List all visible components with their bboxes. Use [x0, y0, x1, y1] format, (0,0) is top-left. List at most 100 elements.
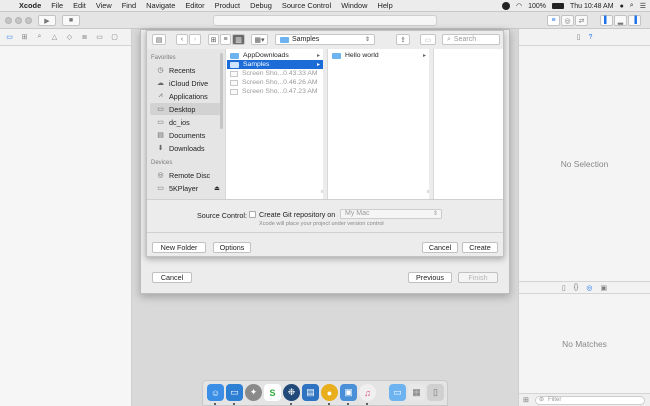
menu-app-name[interactable]: Xcode: [14, 0, 46, 12]
battery-icon[interactable]: [551, 3, 564, 9]
run-button[interactable]: ▶: [38, 15, 56, 26]
create-button[interactable]: Create: [462, 242, 498, 253]
user-icon[interactable]: ●: [620, 3, 624, 10]
toggle-debug-area-button[interactable]: ▂: [614, 15, 627, 26]
report-icon[interactable]: ▢: [108, 33, 121, 41]
sidebar-item-remote-disc[interactable]: ◎ Remote Disc: [150, 169, 223, 181]
list-item[interactable]: Screen Sho...0.46.26 AM: [227, 78, 323, 87]
back-button[interactable]: ‹: [176, 34, 188, 45]
sidebar-item-dc-ios[interactable]: ▭ dc_ios: [150, 116, 223, 128]
folder-icon[interactable]: ▭: [226, 384, 243, 401]
sheet-cancel-button[interactable]: Cancel: [152, 272, 192, 283]
sidebar-scrollbar[interactable]: [220, 53, 223, 129]
file-inspector-icon[interactable]: ▯: [577, 33, 581, 41]
quick-help-icon[interactable]: ?: [588, 34, 592, 41]
symbol-icon[interactable]: ⊞: [18, 33, 31, 41]
sidebar-item-desktop[interactable]: ▭ Desktop: [150, 103, 223, 115]
stop-button[interactable]: ■: [62, 15, 80, 26]
library-filter-input[interactable]: ⊜ Filter: [535, 396, 645, 405]
sidebar-toggle-button[interactable]: ▤: [152, 34, 166, 45]
finish-button[interactable]: Finish: [458, 272, 498, 283]
zoom-window-button[interactable]: [25, 17, 32, 24]
folder-icon[interactable]: ▭: [389, 384, 406, 401]
battery-percentage[interactable]: 100%: [528, 3, 546, 10]
media-library-icon[interactable]: ▣: [601, 284, 608, 292]
sourcetree-icon[interactable]: ❉: [283, 384, 300, 401]
toggle-navigator-button[interactable]: ▌: [600, 15, 613, 26]
toggle-utilities-button[interactable]: ▐: [628, 15, 641, 26]
create-git-repo-checkbox[interactable]: [249, 211, 256, 218]
sync-icon[interactable]: [501, 2, 510, 10]
breakpoint-icon[interactable]: ▭: [93, 33, 106, 41]
sidebar-item-5kplayer[interactable]: ▭ 5KPlayer ⏏: [150, 182, 223, 194]
options-button[interactable]: Options: [213, 242, 251, 253]
debug-icon[interactable]: ≣: [78, 33, 91, 41]
itunes-icon[interactable]: ♫: [359, 384, 376, 401]
trash-icon[interactable]: ▯: [427, 384, 444, 401]
sidebar-item-label: Downloads: [169, 143, 205, 153]
menu-edit[interactable]: Edit: [68, 0, 91, 12]
list-item[interactable]: Screen Sho...0.43.33 AM: [227, 69, 323, 78]
launchpad-icon[interactable]: ✦: [245, 384, 262, 401]
close-window-button[interactable]: [5, 17, 12, 24]
spotlight-icon[interactable]: ⌕: [630, 2, 634, 10]
file-template-icon[interactable]: ▯: [562, 284, 566, 292]
folder-icon[interactable]: ▭: [3, 33, 16, 41]
sidebar-item-documents[interactable]: ▤ Documents: [150, 129, 223, 141]
list-item[interactable]: Hello world ▸: [329, 51, 429, 60]
finder-icon[interactable]: ☺: [207, 384, 224, 401]
menu-source-control[interactable]: Source Control: [277, 0, 336, 12]
eject-icon[interactable]: ⏏: [214, 185, 220, 192]
group-button[interactable]: ▦▾: [251, 34, 268, 45]
chrome-icon[interactable]: ●: [321, 384, 338, 401]
menu-navigate[interactable]: Navigate: [141, 0, 180, 12]
column-view-button[interactable]: ▥: [232, 34, 245, 45]
tags-button[interactable]: ▭: [420, 34, 436, 45]
list-item[interactable]: Screen Sho...0.47.23 AM: [227, 87, 323, 96]
menu-debug[interactable]: Debug: [245, 0, 277, 12]
sidebar-item-recents[interactable]: ◷ Recents: [150, 64, 223, 76]
test-icon[interactable]: ◇: [63, 33, 76, 41]
menu-product[interactable]: Product: [210, 0, 245, 12]
new-folder-button[interactable]: New Folder: [152, 242, 206, 253]
code-snippet-icon[interactable]: {}: [574, 284, 579, 291]
sublime-text-icon[interactable]: S: [264, 384, 281, 401]
menu-file[interactable]: File: [46, 0, 68, 12]
downloads-stack-icon[interactable]: ▦: [408, 384, 425, 401]
clock[interactable]: Thu 10:48 AM: [570, 3, 614, 10]
list-item-selected[interactable]: Samples ▸: [227, 60, 323, 69]
list-item[interactable]: AppDownloads ▸: [227, 51, 323, 60]
path-popup[interactable]: Samples ⇕: [275, 34, 375, 45]
version-editor-button[interactable]: ⇄: [575, 15, 588, 26]
menu-help[interactable]: Help: [372, 0, 397, 12]
menu-find[interactable]: Find: [117, 0, 141, 12]
search-field[interactable]: ⌕ Search: [442, 34, 500, 45]
notification-center-icon[interactable]: ☰: [640, 2, 646, 10]
icon-view-button[interactable]: ⊞: [208, 34, 219, 45]
create-git-repo-label[interactable]: Create Git repository on: [259, 210, 335, 219]
menu-view[interactable]: View: [91, 0, 117, 12]
menu-editor[interactable]: Editor: [180, 0, 209, 12]
column-resize-handle[interactable]: ॥: [426, 189, 429, 195]
forward-button[interactable]: ›: [189, 34, 201, 45]
repository-location-popup[interactable]: My Mac ⇕: [340, 209, 442, 219]
assistant-editor-button[interactable]: ◎: [561, 15, 574, 26]
previous-button[interactable]: Previous: [408, 272, 452, 283]
files-icon[interactable]: ▤: [302, 384, 319, 401]
warning-icon[interactable]: △: [48, 33, 61, 41]
standard-editor-button[interactable]: ≡: [547, 15, 560, 26]
minimize-window-button[interactable]: [15, 17, 22, 24]
share-button[interactable]: ⇪: [396, 34, 410, 45]
preview-icon[interactable]: ▣: [340, 384, 357, 401]
cancel-button[interactable]: Cancel: [422, 242, 458, 253]
object-library-icon[interactable]: ◎: [586, 284, 592, 292]
search-icon[interactable]: ⌕: [33, 33, 46, 41]
wifi-icon[interactable]: ◠: [516, 2, 522, 10]
column-resize-handle[interactable]: ॥: [320, 189, 323, 195]
grid-view-icon[interactable]: ⊞: [523, 396, 529, 404]
sidebar-item-icloud-drive[interactable]: ☁ iCloud Drive: [150, 77, 223, 89]
sidebar-item-downloads[interactable]: ⬇ Downloads: [150, 142, 223, 154]
menu-window[interactable]: Window: [336, 0, 372, 12]
list-view-button[interactable]: ≡: [220, 34, 231, 45]
sidebar-item-applications[interactable]: ⩘ Applications: [150, 90, 223, 102]
